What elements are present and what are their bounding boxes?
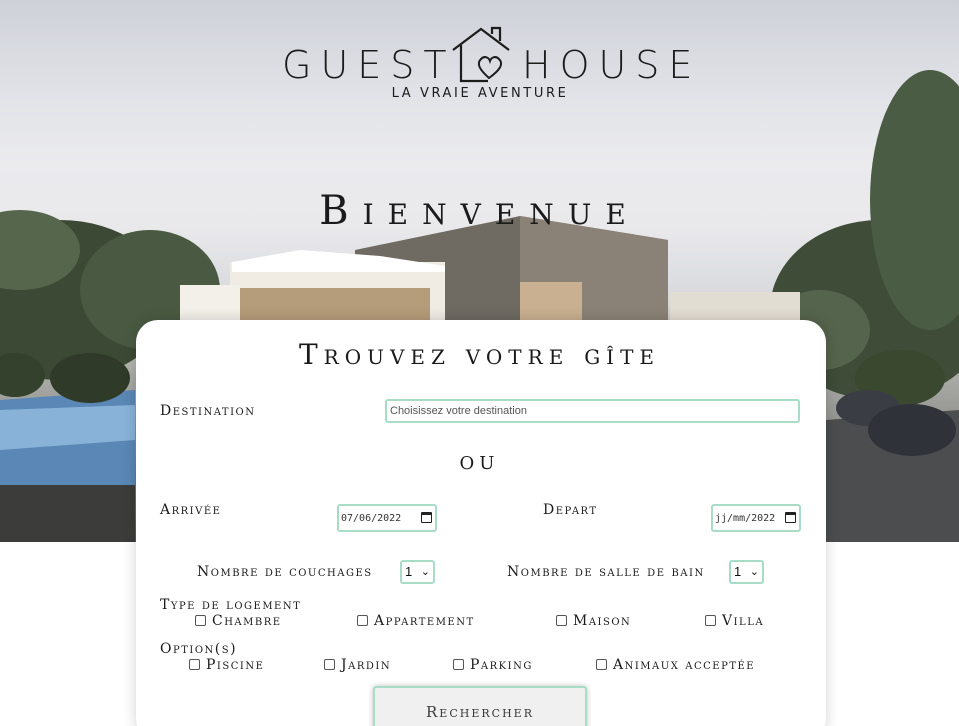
beds-select[interactable]: 1 ⌄ — [400, 560, 435, 584]
checkbox-label-chambre[interactable]: Chambre — [212, 613, 282, 629]
checkbox-jardin[interactable] — [324, 659, 335, 670]
arrival-label: Arrivée — [160, 502, 222, 518]
checkbox-label-villa[interactable]: Villa — [722, 613, 764, 629]
destination-label: Destination — [160, 403, 256, 419]
checkbox-parking[interactable] — [453, 659, 464, 670]
housing-type-label: Type de logement — [160, 597, 302, 613]
beds-label: Nombre de couchages — [197, 564, 373, 580]
checkbox-label-piscine[interactable]: Piscine — [206, 657, 264, 673]
bathrooms-select-value: 1 — [734, 564, 742, 579]
checkbox-piscine[interactable] — [189, 659, 200, 670]
bathrooms-label: Nombre de salle de bain — [507, 564, 705, 580]
arrival-date-input[interactable]: 07/06/2022 — [337, 504, 437, 532]
departure-label: Depart — [543, 502, 598, 518]
calendar-icon[interactable] — [785, 512, 796, 523]
checkbox-label-jardin[interactable]: Jardin — [341, 657, 391, 673]
or-separator: ou — [459, 446, 500, 476]
checkbox-label-appartement[interactable]: Appartement — [374, 613, 475, 629]
checkbox-appartement[interactable] — [357, 615, 368, 626]
checkbox-maison[interactable] — [556, 615, 567, 626]
checkbox-label-animaux[interactable]: Animaux acceptée — [613, 657, 755, 673]
chevron-down-icon: ⌄ — [420, 566, 430, 578]
bathrooms-select[interactable]: 1 ⌄ — [729, 560, 764, 584]
search-button[interactable]: Rechercher — [373, 686, 587, 726]
logo-word-guest: GUEST — [282, 43, 456, 87]
beds-select-value: 1 — [405, 564, 413, 579]
checkbox-villa[interactable] — [705, 615, 716, 626]
form-title: Trouvez votre gîte — [298, 338, 661, 371]
checkbox-label-maison[interactable]: Maison — [573, 613, 631, 629]
guest-house-logo[interactable]: GUEST HOUSE LA VRAIE AVENTURE — [280, 26, 692, 106]
destination-input[interactable]: Choisissez votre destination — [385, 399, 800, 423]
arrival-date-value: 07/06/2022 — [341, 513, 402, 524]
checkbox-chambre[interactable] — [195, 615, 206, 626]
departure-date-value: jj/mm/2022 — [715, 513, 776, 524]
checkbox-animaux[interactable] — [596, 659, 607, 670]
departure-date-input[interactable]: jj/mm/2022 — [711, 504, 801, 532]
welcome-heading: Bienvenue — [319, 188, 640, 234]
chevron-down-icon: ⌄ — [749, 566, 759, 578]
checkbox-label-parking[interactable]: Parking — [470, 657, 533, 673]
options-label: Option(s) — [160, 641, 238, 657]
calendar-icon[interactable] — [421, 512, 432, 523]
logo-word-house: HOUSE — [522, 43, 702, 87]
house-heart-icon — [452, 26, 510, 83]
logo-tagline: LA VRAIE AVENTURE — [391, 86, 569, 101]
